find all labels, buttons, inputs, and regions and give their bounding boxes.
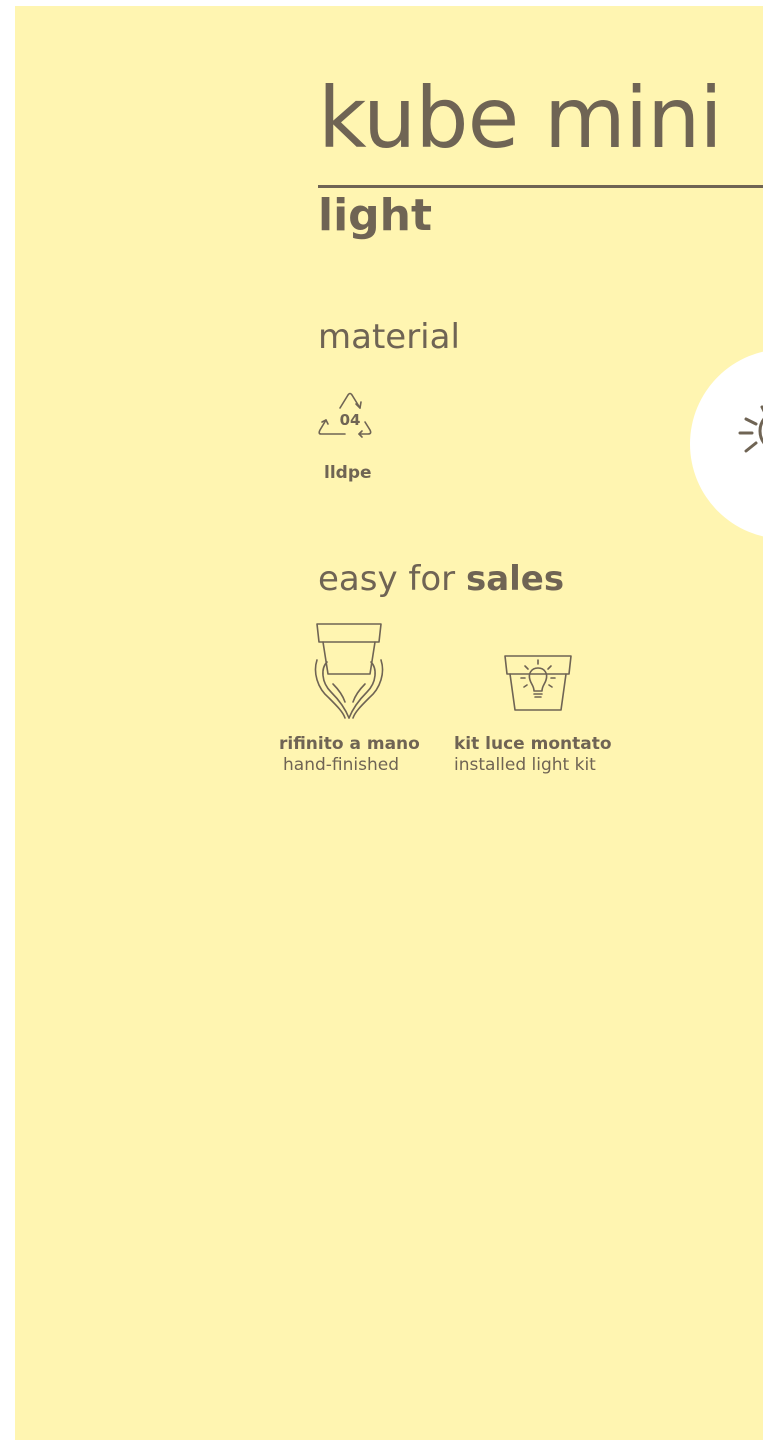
hands-pot-icon — [313, 622, 387, 724]
title-divider — [318, 185, 763, 188]
product-subtitle: light — [318, 190, 433, 241]
light-feature-badge — [690, 349, 763, 539]
sales-heading: easy for sales — [318, 562, 564, 596]
recycle-icon: 04 — [315, 384, 385, 448]
feature-label-hand-finished: rifinito a mano — [279, 734, 420, 754]
feature-sublabel-light-kit: installed light kit — [454, 755, 596, 775]
pot-bulb-icon — [503, 654, 573, 718]
sales-heading-light: easy for — [318, 559, 466, 599]
feature-sublabel-hand-finished: hand-finished — [283, 755, 399, 775]
material-heading: material — [318, 317, 460, 357]
material-label: lldpe — [324, 463, 372, 483]
recycle-code: 04 — [340, 411, 361, 429]
product-title: kube mini — [318, 69, 723, 167]
sales-heading-bold: sales — [465, 559, 565, 599]
sun-icon — [738, 405, 763, 453]
feature-label-light-kit: kit luce montato — [454, 734, 612, 754]
product-sheet: kube mini light material 04 lldpe easy f… — [15, 6, 763, 1440]
